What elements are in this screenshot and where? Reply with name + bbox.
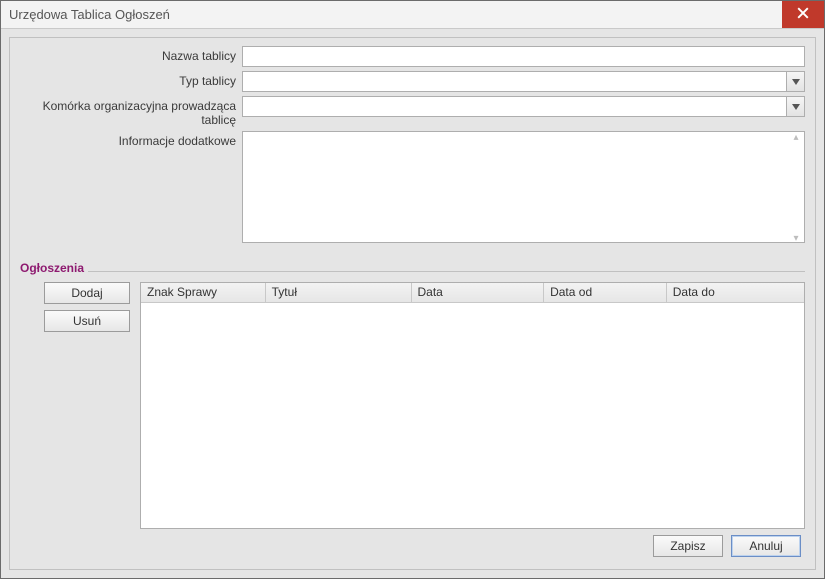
ogloszenia-grid[interactable]: Znak Sprawy Tytuł Data Data od Data do (140, 282, 805, 529)
grid-body (141, 303, 804, 528)
komorka-label: Komórka organizacyjna prowadząca tablicę (20, 96, 242, 127)
titlebar: Urzędowa Tablica Ogłoszeń (1, 1, 824, 29)
usun-button[interactable]: Usuń (44, 310, 130, 332)
informacje-dodatkowe-label: Informacje dodatkowe (20, 131, 242, 148)
typ-tablicy-select[interactable] (242, 71, 805, 92)
col-znak-sprawy[interactable]: Znak Sprawy (141, 283, 266, 302)
chevron-down-icon (786, 72, 804, 91)
ogloszenia-fieldset: Ogłoszenia Dodaj Usuń Znak Sprawy Tytuł … (20, 264, 805, 529)
dialog-window: Urzędowa Tablica Ogłoszeń Nazwa tablicy … (0, 0, 825, 579)
chevron-down-icon (786, 97, 804, 116)
col-tytul[interactable]: Tytuł (266, 283, 412, 302)
close-button[interactable] (782, 1, 824, 28)
dodaj-button[interactable]: Dodaj (44, 282, 130, 304)
form-area: Nazwa tablicy Typ tablicy (20, 46, 805, 250)
nazwa-tablicy-input[interactable] (242, 46, 805, 67)
col-data[interactable]: Data (412, 283, 545, 302)
nazwa-tablicy-label: Nazwa tablicy (20, 46, 242, 63)
typ-tablicy-label: Typ tablicy (20, 71, 242, 88)
zapisz-button[interactable]: Zapisz (653, 535, 723, 557)
dialog-footer: Zapisz Anuluj (20, 529, 805, 561)
window-title: Urzędowa Tablica Ogłoszeń (9, 7, 782, 22)
close-icon (797, 7, 809, 22)
informacje-dodatkowe-textarea[interactable] (242, 131, 805, 243)
anuluj-button[interactable]: Anuluj (731, 535, 801, 557)
grid-header: Znak Sprawy Tytuł Data Data od Data do (141, 283, 804, 303)
client-area: Nazwa tablicy Typ tablicy (1, 29, 824, 578)
komorka-select[interactable] (242, 96, 805, 117)
col-data-do[interactable]: Data do (667, 283, 804, 302)
col-data-od[interactable]: Data od (544, 283, 667, 302)
main-panel: Nazwa tablicy Typ tablicy (9, 37, 816, 570)
typ-tablicy-value (243, 72, 786, 91)
komorka-value (243, 97, 786, 116)
ogloszenia-legend: Ogłoszenia (20, 261, 88, 275)
